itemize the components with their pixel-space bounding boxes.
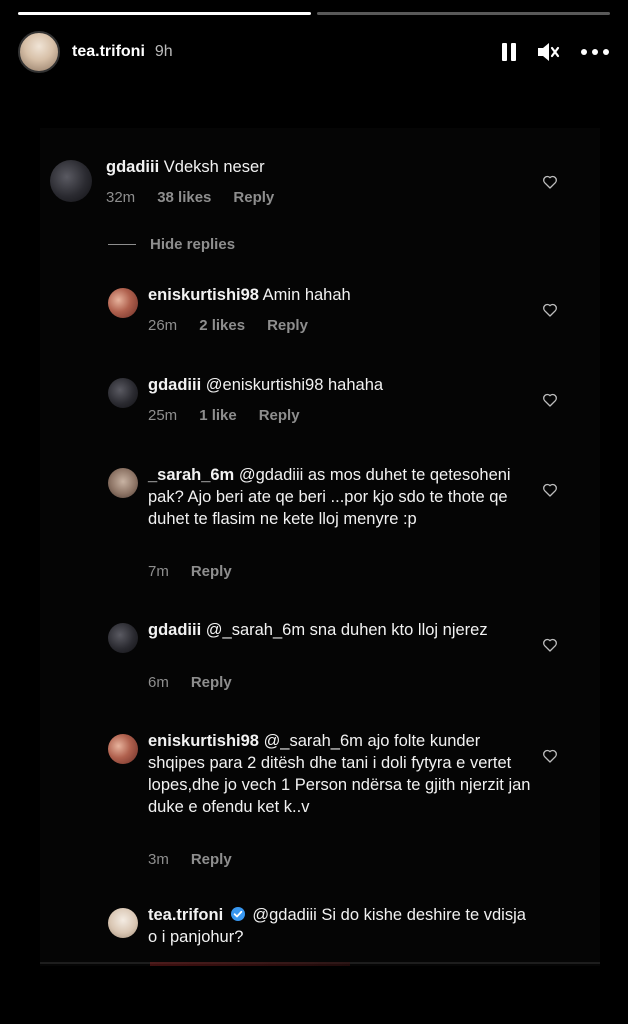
comment-likes[interactable]: 38 likes bbox=[157, 189, 211, 206]
comment-likes[interactable]: 2 likes bbox=[199, 317, 245, 334]
comment-username[interactable]: gdadiii bbox=[148, 621, 201, 639]
reply-button[interactable]: Reply bbox=[259, 407, 300, 424]
comment-meta: 7m Reply bbox=[148, 563, 232, 580]
comment-username[interactable]: gdadiii bbox=[106, 158, 159, 176]
heart-icon[interactable] bbox=[542, 392, 558, 408]
comment-meta: 32m 38 likes Reply bbox=[106, 189, 274, 206]
comment-time: 32m bbox=[106, 189, 136, 206]
comment-text: Vdeksh neser bbox=[163, 158, 265, 176]
comment-avatar[interactable] bbox=[50, 160, 92, 202]
mute-icon[interactable] bbox=[536, 41, 560, 63]
comment-text: @_sarah_6m sna duhen kto lloj njerez bbox=[205, 621, 488, 639]
comment-meta: 6m Reply bbox=[148, 674, 232, 691]
cut-off-text-peek bbox=[150, 962, 350, 966]
story-avatar[interactable] bbox=[18, 31, 60, 73]
hide-replies-toggle[interactable]: Hide replies bbox=[108, 236, 235, 253]
story-progress-bar bbox=[18, 12, 610, 15]
comment-username[interactable]: tea.trifoni bbox=[148, 906, 223, 924]
reply-button[interactable]: Reply bbox=[191, 563, 232, 580]
pause-icon[interactable] bbox=[502, 43, 516, 61]
comment-avatar[interactable] bbox=[108, 623, 138, 653]
heart-icon[interactable] bbox=[542, 302, 558, 318]
progress-segment-2 bbox=[317, 12, 610, 15]
comment-text: @eniskurtishi98 hahaha bbox=[205, 376, 384, 394]
comment-username[interactable]: gdadiii bbox=[148, 376, 201, 394]
comment-body: eniskurtishi98 Amin hahah bbox=[148, 284, 536, 306]
comment-body: _sarah_6m @gdadiii as mos duhet te qetes… bbox=[148, 464, 536, 530]
comment-meta: 3m Reply bbox=[148, 851, 232, 868]
reply-button[interactable]: Reply bbox=[267, 317, 308, 334]
heart-icon[interactable] bbox=[542, 748, 558, 764]
heart-icon[interactable] bbox=[542, 637, 558, 653]
reply-button[interactable]: Reply bbox=[191, 851, 232, 868]
comment-time: 26m bbox=[148, 317, 178, 334]
heart-icon[interactable] bbox=[542, 174, 558, 190]
comment-body: tea.trifoni @gdadiii Si do kishe deshire… bbox=[148, 904, 536, 948]
story-time-ago: 9h bbox=[154, 43, 173, 60]
comment-avatar[interactable] bbox=[108, 288, 138, 318]
comment-username[interactable]: eniskurtishi98 bbox=[148, 732, 259, 750]
reply-button[interactable]: Reply bbox=[191, 674, 232, 691]
more-icon[interactable] bbox=[580, 48, 610, 56]
comment-avatar[interactable] bbox=[108, 468, 138, 498]
comment-time: 25m bbox=[148, 407, 178, 424]
comment-time: 7m bbox=[148, 563, 169, 580]
comment-avatar[interactable] bbox=[108, 734, 138, 764]
comment-username[interactable]: _sarah_6m bbox=[148, 466, 234, 484]
comment-likes[interactable]: 1 like bbox=[199, 407, 237, 424]
heart-icon[interactable] bbox=[542, 482, 558, 498]
verified-badge-icon bbox=[230, 907, 245, 921]
comment-username[interactable]: eniskurtishi98 bbox=[148, 286, 259, 304]
comment-body: gdadiii @_sarah_6m sna duhen kto lloj nj… bbox=[148, 619, 536, 641]
story-header: tea.trifoni 9h bbox=[18, 30, 610, 74]
hide-replies-label[interactable]: Hide replies bbox=[150, 236, 235, 253]
comment-time: 3m bbox=[148, 851, 169, 868]
comment-meta: 25m 1 like Reply bbox=[148, 407, 300, 424]
comment-text: Amin hahah bbox=[262, 286, 351, 304]
hide-replies-line bbox=[108, 244, 136, 245]
comment-avatar[interactable] bbox=[108, 378, 138, 408]
comment-body: gdadiii Vdeksh neser bbox=[106, 156, 536, 178]
reply-button[interactable]: Reply bbox=[233, 189, 274, 206]
comment-time: 6m bbox=[148, 674, 169, 691]
comment-body: gdadiii @eniskurtishi98 hahaha bbox=[148, 374, 536, 396]
progress-segment-1 bbox=[18, 12, 311, 15]
header-actions bbox=[502, 41, 610, 63]
comment-avatar[interactable] bbox=[108, 908, 138, 938]
story-username[interactable]: tea.trifoni bbox=[72, 43, 145, 61]
comment-body: eniskurtishi98 @_sarah_6m ajo folte kund… bbox=[148, 730, 536, 818]
comment-meta: 26m 2 likes Reply bbox=[148, 317, 308, 334]
comment-thread-screenshot: gdadiii Vdeksh neser 32m 38 likes Reply … bbox=[40, 128, 600, 966]
